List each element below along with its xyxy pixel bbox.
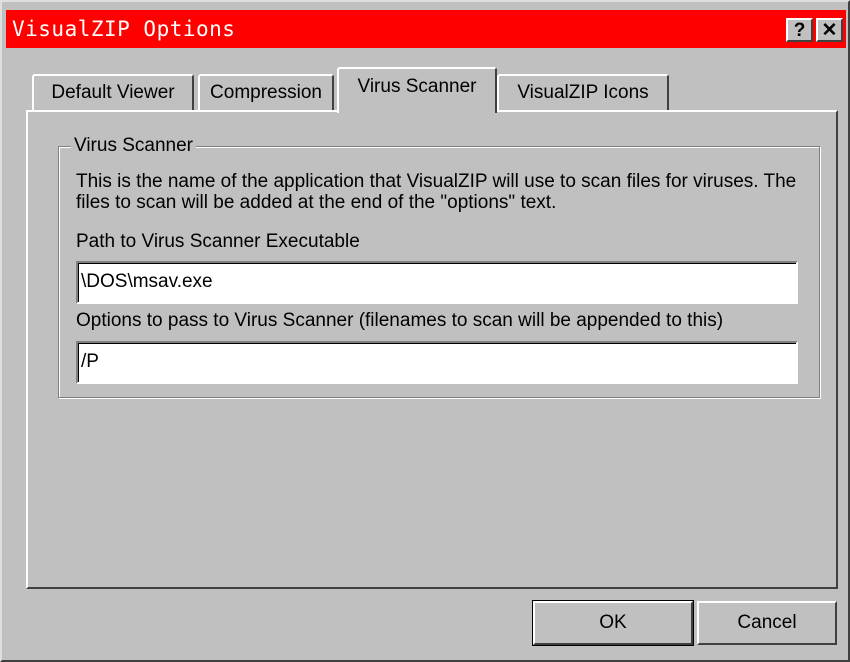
- cancel-label: Cancel: [737, 612, 797, 633]
- virus-scanner-group: Virus Scanner This is the name of the ap…: [58, 135, 820, 398]
- ok-label: OK: [599, 612, 627, 633]
- question-mark-icon: ?: [793, 19, 806, 41]
- tab-virus-scanner[interactable]: Virus Scanner: [337, 67, 497, 113]
- tab-panel: Virus Scanner This is the name of the ap…: [26, 110, 838, 589]
- close-button[interactable]: ✕: [816, 18, 843, 42]
- group-title: Virus Scanner: [71, 135, 196, 157]
- tab-label: Compression: [210, 82, 322, 103]
- tab-visualzip-icons[interactable]: VisualZIP Icons: [497, 74, 669, 110]
- ok-button[interactable]: OK: [532, 600, 694, 646]
- tab-label: Virus Scanner: [357, 76, 477, 97]
- tab-compression[interactable]: Compression: [198, 74, 334, 110]
- scanner-options-input[interactable]: /P: [76, 341, 798, 384]
- tab-label: VisualZIP Icons: [517, 82, 649, 103]
- window-title: VisualZIP Options: [12, 17, 236, 41]
- cancel-button[interactable]: Cancel: [697, 601, 837, 645]
- path-label: Path to Virus Scanner Executable: [76, 231, 360, 252]
- options-dialog: VisualZIP Options ? ✕ Default Viewer Com…: [0, 0, 850, 662]
- options-label: Options to pass to Virus Scanner (filena…: [76, 310, 724, 331]
- tab-default-viewer[interactable]: Default Viewer: [32, 74, 194, 110]
- close-icon: ✕: [821, 19, 838, 41]
- description-text: This is the name of the application that…: [76, 171, 797, 213]
- scanner-path-input[interactable]: \DOS\msav.exe: [76, 261, 798, 304]
- title-bar[interactable]: VisualZIP Options ? ✕: [6, 10, 846, 48]
- help-button[interactable]: ?: [786, 18, 813, 42]
- tab-label: Default Viewer: [51, 82, 175, 103]
